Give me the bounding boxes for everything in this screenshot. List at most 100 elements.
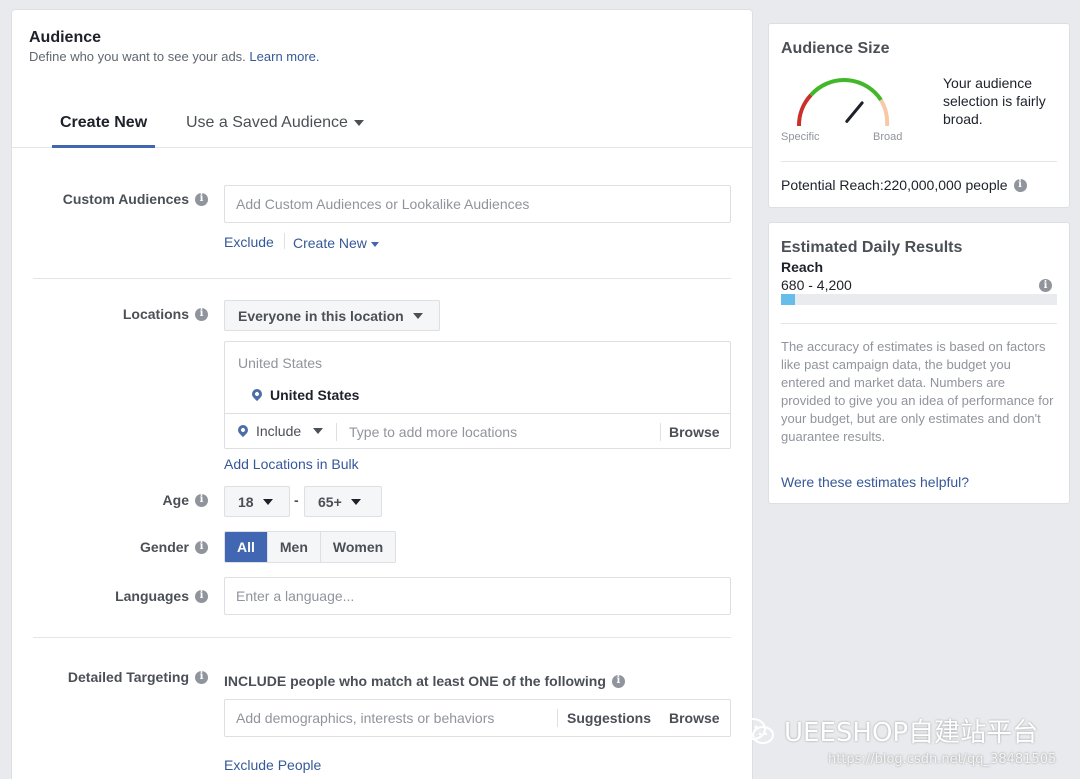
audience-size-card: Audience Size Specific Broad Your audien… <box>768 23 1070 208</box>
info-icon[interactable]: i <box>1039 279 1052 292</box>
daily-results-title: Estimated Daily Results <box>781 239 963 256</box>
section-divider <box>33 637 731 638</box>
gender-option-women[interactable]: Women <box>320 532 396 562</box>
languages-input[interactable]: Enter a language... <box>224 577 731 615</box>
age-label: Age i <box>163 492 208 508</box>
reach-bar-fill <box>781 294 795 305</box>
info-icon[interactable]: i <box>195 307 208 321</box>
audience-size-description: Your audience selection is fairly broad. <box>943 75 1046 127</box>
watermark: UEESHOP自建站平台 <box>738 712 1038 749</box>
gender-label: Gender i <box>140 539 208 555</box>
locations-label: Locations i <box>123 306 208 322</box>
watermark-brand: UEESHOP自建站平台 <box>784 718 1039 748</box>
age-max-value: 65+ <box>318 493 342 510</box>
chevron-down-icon <box>350 498 361 505</box>
browse-separator <box>660 423 661 441</box>
reach-bar-track <box>781 294 1057 305</box>
location-pin-icon <box>249 386 265 402</box>
detailed-targeting-label-text: Detailed Targeting <box>67 669 189 685</box>
section-divider <box>33 278 731 279</box>
reach-label: Reach <box>781 259 824 275</box>
location-pin-icon <box>235 422 251 438</box>
audience-subtitle: Define who you want to see your ads. Lea… <box>29 49 320 64</box>
audience-tabs: Create New Use a Saved Audience <box>12 98 752 148</box>
languages-placeholder: Enter a language... <box>236 588 355 604</box>
gauge-specific-label: Specific <box>781 131 820 143</box>
locations-box: United States United States Include Type… <box>224 341 731 449</box>
chevron-down-icon <box>370 241 379 247</box>
chevron-down-icon <box>313 428 324 434</box>
create-new-link-label: Create New <box>293 235 367 251</box>
age-max-dropdown[interactable]: 65+ <box>304 486 382 517</box>
add-locations-input[interactable]: Type to add more locations <box>349 424 517 440</box>
info-icon[interactable]: i <box>195 589 208 603</box>
gauge-broad-label: Broad <box>873 131 903 143</box>
detailed-targeting-label: Detailed Targeting i <box>68 669 208 685</box>
chevron-down-icon <box>262 498 273 505</box>
tab-create-new[interactable]: Create New <box>52 114 156 148</box>
suggestions-separator <box>557 709 558 727</box>
estimates-helpful-link[interactable]: Were these estimates helpful? <box>781 474 969 490</box>
learn-more-link[interactable]: Learn more. <box>249 49 319 64</box>
custom-audiences-input[interactable]: Add Custom Audiences or Lookalike Audien… <box>224 185 731 223</box>
languages-label: Languages i <box>115 588 208 604</box>
exclude-people-link[interactable]: Exclude People <box>224 757 321 773</box>
card-divider <box>781 323 1057 324</box>
location-group-header: United States <box>238 355 323 371</box>
locations-browse-button[interactable]: Browse <box>669 424 720 440</box>
gauge-ok-segment <box>809 77 883 102</box>
create-new-link[interactable]: Create New <box>293 235 379 251</box>
wechat-icon <box>740 717 774 744</box>
card-divider <box>781 161 1057 162</box>
gender-label-text: Gender <box>139 539 189 555</box>
audience-panel: Audience Define who you want to see your… <box>11 9 753 779</box>
location-type-dropdown[interactable]: Everyone in this location <box>224 300 440 331</box>
exclude-link[interactable]: Exclude <box>224 234 274 250</box>
gender-selector: All Men Women <box>224 531 397 563</box>
daily-results-card: Estimated Daily Results Reach 680 - 4,20… <box>768 222 1070 504</box>
selected-location-label: United States <box>270 387 360 403</box>
potential-reach: Potential Reach:220,000,000 people i <box>781 177 1027 193</box>
age-min-dropdown[interactable]: 18 <box>224 486 290 517</box>
location-type-label: Everyone in this location <box>238 307 404 324</box>
add-locations-bulk-link[interactable]: Add Locations in Bulk <box>224 456 359 472</box>
include-label: Include <box>256 423 302 439</box>
chevron-down-icon <box>353 119 364 126</box>
gauge-broad-segment <box>879 98 890 127</box>
estimates-note: The accuracy of estimates is based on fa… <box>781 339 1054 444</box>
potential-reach-text: Potential Reach:220,000,000 people <box>781 177 1008 193</box>
detailed-targeting-placeholder: Add demographics, interests or behaviors <box>236 710 495 726</box>
detailed-include-label: INCLUDE people who match at least ONE of… <box>224 673 606 689</box>
age-label-text: Age <box>162 492 189 508</box>
reach-value: 680 - 4,200 <box>781 277 852 293</box>
tab-saved-audience[interactable]: Use a Saved Audience <box>186 114 364 148</box>
info-icon[interactable]: i <box>611 674 625 688</box>
chevron-down-icon <box>412 312 423 319</box>
gender-option-men[interactable]: Men <box>267 532 321 562</box>
info-icon[interactable]: i <box>195 493 208 507</box>
location-box-divider <box>225 413 730 414</box>
gauge-needle <box>845 101 864 123</box>
info-icon[interactable]: i <box>195 670 208 684</box>
tab-create-new-label: Create New <box>60 114 148 131</box>
detailed-browse-button[interactable]: Browse <box>669 710 720 726</box>
audience-title: Audience <box>29 29 102 46</box>
detailed-targeting-input[interactable]: Add demographics, interests or behaviors… <box>224 699 731 737</box>
watermark-url: https://blog.csdn.net/qq_38481505 <box>828 752 1057 767</box>
info-icon[interactable]: i <box>1013 178 1027 192</box>
custom-audiences-label-text: Custom Audiences <box>62 191 189 207</box>
audience-gauge <box>796 77 890 127</box>
suggestions-button[interactable]: Suggestions <box>567 710 651 726</box>
selected-location[interactable]: United States <box>249 386 360 403</box>
custom-audiences-placeholder: Add Custom Audiences or Lookalike Audien… <box>236 196 530 212</box>
tab-saved-audience-label: Use a Saved Audience <box>186 114 348 131</box>
info-icon[interactable]: i <box>195 540 208 554</box>
include-separator <box>336 423 337 441</box>
gender-option-all[interactable]: All <box>225 532 268 562</box>
info-icon[interactable]: i <box>195 192 208 206</box>
audience-size-title: Audience Size <box>781 40 890 57</box>
locations-label-text: Locations <box>122 306 189 322</box>
audience-subtitle-text: Define who you want to see your ads. <box>29 49 246 64</box>
include-dropdown[interactable]: Include <box>235 422 324 439</box>
languages-label-text: Languages <box>115 588 189 604</box>
